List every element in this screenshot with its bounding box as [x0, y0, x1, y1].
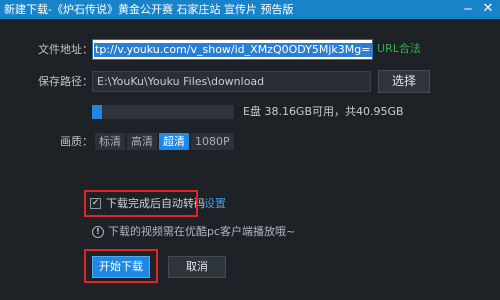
close-icon[interactable]: ✕	[480, 2, 496, 16]
auto-transcode-option[interactable]: ✓ 下载完成后自动转码	[90, 196, 205, 211]
browse-button[interactable]: 选择	[378, 70, 430, 93]
quality-option-1080p[interactable]: 1080P	[191, 133, 234, 150]
quality-option-hd[interactable]: 高清	[127, 133, 157, 150]
url-value: tp://v.youku.com/v_show/id_XMzQ0ODY5Mjk3…	[94, 43, 372, 57]
disk-usage-fill	[92, 105, 102, 119]
disk-space-info: E盘 38.16GB可用，共40.95GB	[243, 105, 404, 118]
info-icon: !	[92, 226, 104, 238]
minimize-icon[interactable]: ─	[460, 2, 476, 16]
save-path-value: E:\YouKu\Youku Files\download	[97, 75, 265, 88]
auto-transcode-label[interactable]: 下载完成后自动转码	[106, 197, 205, 211]
window-title: 新建下载-《炉石传说》黄金公开赛 石家庄站 宣传片 预告版	[4, 3, 294, 16]
disk-usage-bar	[92, 105, 234, 119]
quality-selector: 标清 高清 超清 1080P	[95, 133, 236, 150]
start-download-button[interactable]: 开始下载	[92, 256, 150, 278]
title-bar[interactable]: 新建下载-《炉石传说》黄金公开赛 石家庄站 宣传片 预告版 ─ ✕	[0, 0, 500, 19]
url-valid-status: URL合法	[377, 42, 421, 55]
playback-notice: 下载的视频需在优酷pc客户端播放哦~	[108, 225, 296, 238]
cancel-button[interactable]: 取消	[168, 256, 226, 278]
auto-transcode-checkbox[interactable]: ✓	[90, 198, 101, 209]
quality-option-sd[interactable]: 标清	[95, 133, 125, 150]
address-label: 文件地址：	[38, 43, 93, 56]
settings-link[interactable]: 设置	[204, 197, 226, 211]
url-input[interactable]: tp://v.youku.com/v_show/id_XMzQ0ODY5Mjk3…	[92, 39, 373, 60]
quality-label: 画质：	[60, 135, 93, 148]
save-path-input[interactable]: E:\YouKu\Youku Files\download	[92, 71, 371, 92]
save-path-label: 保存路径：	[38, 75, 93, 88]
quality-option-super[interactable]: 超清	[159, 133, 189, 150]
